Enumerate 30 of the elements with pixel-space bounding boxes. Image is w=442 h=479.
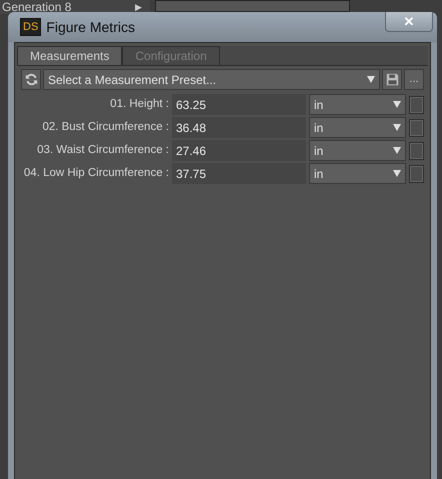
dropdown-arrow-icon	[392, 124, 401, 131]
save-icon	[386, 73, 398, 86]
checkbox[interactable]	[408, 118, 424, 136]
refresh-button[interactable]	[21, 69, 41, 90]
unit-dropdown[interactable]: in	[309, 163, 406, 184]
field-label: 02. Bust Circumference :	[41, 120, 169, 135]
field-label: 04. Low Hip Circumference :	[22, 166, 169, 181]
dropdown-arrow-icon	[392, 101, 401, 108]
dropdown-arrow-icon	[392, 170, 401, 177]
checkbox[interactable]	[408, 96, 424, 114]
field-label: 03. Waist Circumference :	[36, 142, 169, 158]
value-field[interactable]: 36.48	[172, 117, 306, 138]
field-label: 01. Height :	[109, 96, 169, 112]
refresh-icon	[24, 73, 38, 86]
value-field[interactable]: 27.46	[172, 140, 306, 161]
unit-dropdown[interactable]: in	[309, 94, 406, 115]
window-title: Figure Metrics	[46, 18, 135, 37]
value-field[interactable]: 37.75	[172, 163, 306, 184]
checkbox[interactable]	[408, 142, 424, 160]
checkbox[interactable]	[408, 164, 424, 182]
unit-dropdown[interactable]: in	[309, 117, 406, 138]
dropdown-arrow-icon	[367, 76, 375, 83]
app-logo: DS	[20, 18, 42, 36]
save-button[interactable]	[382, 69, 402, 90]
preset-dropdown[interactable]: Select a Measurement Preset...	[43, 69, 380, 90]
tab[interactable]: Measurements	[17, 46, 122, 65]
unit-dropdown[interactable]: in	[309, 140, 406, 161]
dropdown-arrow-icon	[392, 147, 401, 154]
value-field[interactable]: 63.25	[172, 94, 306, 115]
more-button[interactable]: ...	[404, 69, 424, 90]
